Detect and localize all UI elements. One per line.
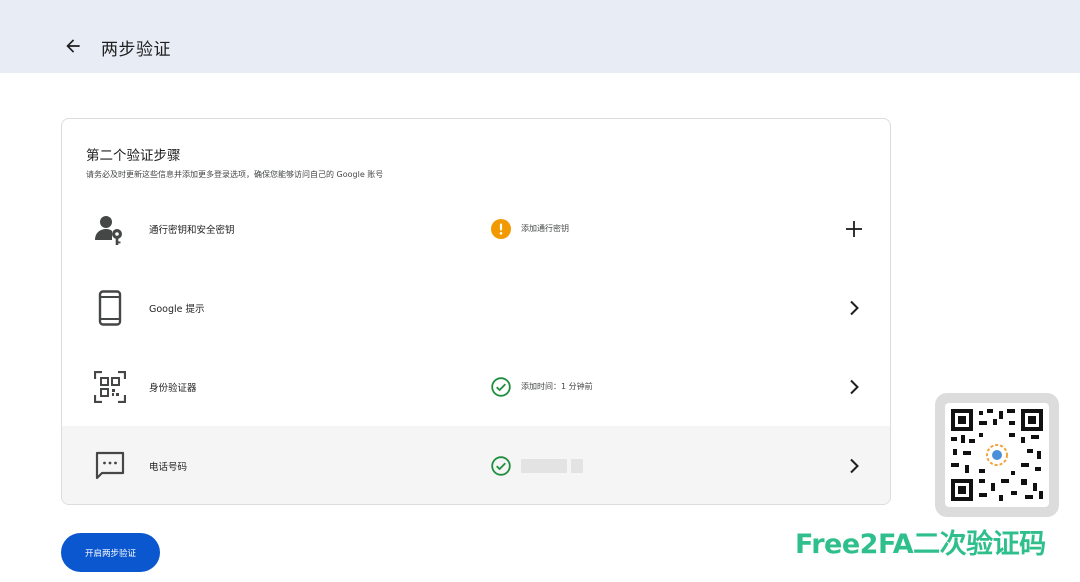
- turn-on-2sv-button[interactable]: 开启两步验证: [61, 533, 160, 572]
- person-key-icon: [92, 211, 128, 247]
- row-label: 电话号码: [149, 461, 188, 473]
- row-label: 身份验证器: [149, 382, 197, 394]
- row-label: Google 提示: [149, 303, 205, 315]
- row-status: [491, 455, 583, 476]
- redacted-phone-number-suffix: [571, 458, 583, 473]
- check-circle-icon: [491, 455, 511, 476]
- smartphone-icon: [92, 289, 128, 326]
- row-status: 添加时间：1 分钟前: [491, 376, 593, 397]
- row-passkeys[interactable]: 通行密钥和安全密钥 添加通行密钥: [62, 189, 890, 268]
- row-google-prompt[interactable]: Google 提示: [62, 268, 890, 347]
- open-button[interactable]: [842, 454, 866, 478]
- qr-code-icon: [949, 407, 1045, 503]
- sms-icon: [92, 448, 128, 484]
- open-button[interactable]: [842, 375, 866, 399]
- chevron-right-icon: [850, 379, 859, 394]
- back-button[interactable]: [56, 29, 90, 63]
- redacted-phone-number: [521, 458, 567, 473]
- status-text: 添加通行密钥: [521, 224, 569, 233]
- chevron-right-icon: [850, 300, 859, 315]
- page-title: 两步验证: [101, 40, 171, 60]
- row-label: 通行密钥和安全密钥: [149, 224, 235, 236]
- arrow-back-icon: [66, 39, 80, 53]
- top-app-bar: 两步验证: [0, 0, 1080, 73]
- card-subtitle: 请务必及时更新这些信息并添加更多登录选项，确保您能够访问自己的 Google 账…: [86, 170, 384, 179]
- plus-icon: [846, 220, 862, 237]
- warning-icon: [491, 218, 511, 239]
- second-step-card: 第二个验证步骤 请务必及时更新这些信息并添加更多登录选项，确保您能够访问自己的 …: [61, 118, 891, 505]
- card-title: 第二个验证步骤: [86, 148, 181, 164]
- chevron-right-icon: [850, 458, 859, 473]
- check-circle-icon: [491, 376, 511, 397]
- status-text: 添加时间：1 分钟前: [521, 382, 593, 391]
- row-authenticator[interactable]: 身份验证器 添加时间：1 分钟前: [62, 347, 890, 426]
- row-status: 添加通行密钥: [491, 218, 569, 239]
- watermark-text: Free2FA二次验证码: [795, 529, 1046, 560]
- qr-code-image: [935, 393, 1059, 517]
- qr-code-scan-icon: [92, 369, 128, 405]
- open-button[interactable]: [842, 296, 866, 320]
- add-button[interactable]: [842, 217, 866, 241]
- row-phone-number[interactable]: 电话号码: [62, 426, 890, 504]
